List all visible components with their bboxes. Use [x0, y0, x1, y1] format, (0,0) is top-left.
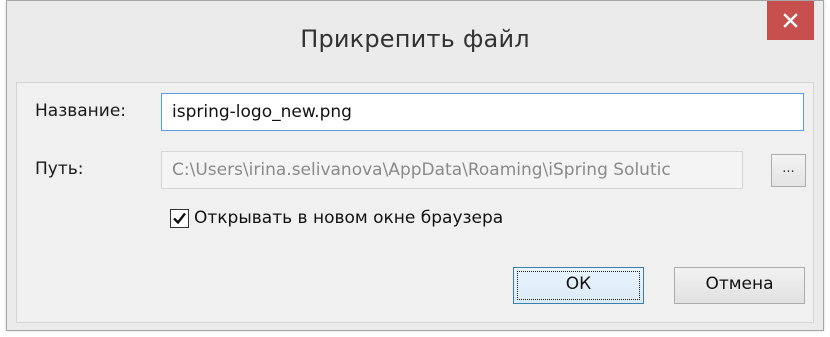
- close-button[interactable]: [767, 1, 814, 40]
- cancel-button-label: Отмена: [705, 274, 774, 294]
- open-in-new-window-label[interactable]: Открывать в новом окне браузера: [194, 208, 503, 228]
- close-icon: [783, 13, 798, 28]
- cancel-button[interactable]: Отмена: [674, 267, 805, 304]
- checkmark-icon: [173, 212, 186, 225]
- focus-ring: [517, 271, 640, 300]
- path-field[interactable]: C:\Users\irina.selivanova\AppData\Roamin…: [161, 151, 743, 189]
- path-label: Путь:: [35, 159, 84, 179]
- open-in-new-window-checkbox[interactable]: [170, 209, 189, 228]
- title-bar: Прикрепить файл: [7, 1, 823, 83]
- dialog-title: Прикрепить файл: [300, 25, 530, 53]
- attach-file-dialog: Прикрепить файл Название: ispring-logo_n…: [6, 0, 824, 331]
- browse-button[interactable]: ...: [771, 154, 806, 187]
- name-field[interactable]: ispring-logo_new.png: [161, 93, 804, 131]
- dialog-content: Название: ispring-logo_new.png Путь: C:\…: [16, 82, 814, 323]
- name-label: Название:: [35, 101, 127, 121]
- ok-button[interactable]: ОК: [513, 267, 644, 304]
